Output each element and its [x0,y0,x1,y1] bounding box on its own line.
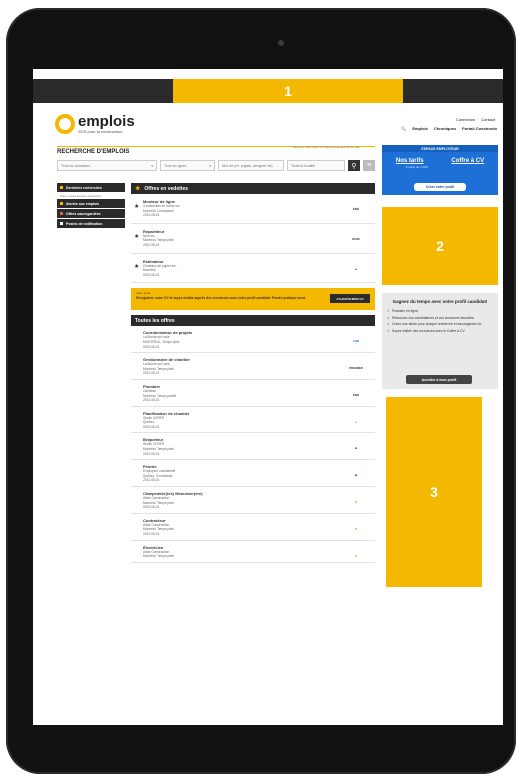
company-logo: ▲ [354,419,358,424]
search-hint: Derniers mois pour 30 rapports aujourd'h… [293,145,360,149]
pricing-link[interactable]: Nos tarifs [396,158,424,164]
tablet-frame: 1 emplois SOS pour la construction Conne… [6,8,516,774]
job-row[interactable]: Électricien Albar Construction Montréal,… [131,541,375,563]
login-link[interactable]: Connexion [456,117,475,122]
job-listing: ★ Offres en vedettes ★ Monteur de ligne … [131,183,375,563]
create-profile-button[interactable]: Créer votre profil [414,183,466,191]
company-logo: ★ [354,553,358,558]
sidebar-item-recent[interactable]: Dernières recherches [57,183,125,192]
filter-button[interactable]: ≡ [363,160,375,171]
top-links: Connexion Contact [451,117,495,122]
sidebar-item-saved[interactable]: Offres sauvegardées [57,209,125,218]
featured-job[interactable]: ★ Estimateur Chateaux de papier inc. Mon… [131,254,375,284]
company-logo: ◆ [354,473,358,478]
bell-icon [60,202,63,205]
job-row[interactable]: Gestionnaire de chantier La Bonde qui ro… [131,353,375,380]
site-logo[interactable]: emplois SOS pour la construction [55,114,135,134]
brand-name: emplois [78,112,135,130]
location-input[interactable]: Toute la localité [287,160,345,171]
keyword-input[interactable]: Mot clé (ex. pigiste, designer de) [218,160,284,171]
search-title: RECHERCHE D'EMPLOIS [57,149,130,155]
main-nav: 🔍 Emplois Chroniques Portail Constructo [395,126,497,131]
left-sidebar: Dernières recherches Vous n'avez aucune … [57,183,125,229]
company-logo: BOIS [352,236,360,241]
company-logo: ★ [354,526,358,531]
top-ad-banner[interactable]: 1 [33,79,503,103]
company-logo: PREMIER [349,366,363,371]
nav-portail[interactable]: Portail Constructo [462,126,497,131]
star-icon[interactable]: ★ [134,203,139,210]
right-sidebar: ESPACE EMPLOYEUR Nos tarifs Coffre à CV … [382,145,498,587]
company-logo: ÉNÉ [352,392,360,397]
right-ad-slot[interactable]: 2 [382,207,498,285]
add-cv-button[interactable]: J'AJOUTE MON CV [330,294,370,304]
access-profile-button[interactable]: Accéder à mon profil [406,375,472,384]
job-row[interactable]: Contracteur Albar Construction Montréal,… [131,514,375,541]
candidate-box: Gagnez du temps avec votre profil candid… [382,293,498,389]
sidebar-item-alerts[interactable]: Alertes aux emplois [57,199,125,208]
search-button[interactable]: ⚲ [348,160,360,171]
all-offers-header: Toutes les offres [131,315,375,327]
job-row[interactable]: Briqueteur Studio XCRER Montréal, Temps … [131,433,375,461]
chevron-down-icon: ▾ [209,164,211,168]
contact-link[interactable]: Contact [481,117,495,122]
cv-vault-link[interactable]: Coffre à CV [451,158,484,164]
company-logo: LBR [352,339,360,344]
type-select[interactable]: Tous les types ▾ [160,160,215,171]
benefit-item: Créez une alerte pour chaque recherche e… [387,322,493,327]
camera-dot [278,40,284,46]
featured-job[interactable]: ★ Monteur de ligne Construction en forme… [131,194,375,224]
job-row[interactable]: Peintre Employeur confidentiel Québec, C… [131,460,375,488]
search-icon[interactable]: 🔍 [401,126,406,131]
company-logo: ★ [354,500,358,505]
company-logo: ■ [355,446,357,451]
cv-promo-banner: Votre profil Enregistrez votre CV et soy… [131,288,375,311]
top-ad-slot[interactable]: 1 [173,79,403,103]
heart-icon [60,212,63,215]
bookmark-icon [60,222,63,225]
company-logo: ÉNÉ [352,207,360,211]
screen: 1 emplois SOS pour la construction Conne… [33,69,503,725]
employer-box: ESPACE EMPLOYEUR Nos tarifs Coffre à CV … [382,145,498,195]
search-icon: ⚲ [351,162,357,170]
right-ad-slot-tall[interactable]: 3 [386,397,482,587]
search-row: Tous les domaines ▾ Tous les types ▾ Mot c… [57,160,375,172]
filter-icon: ≡ [366,162,372,169]
company-logo: ▲ [354,266,358,271]
nav-chroniques[interactable]: Chroniques [434,126,456,131]
job-row[interactable]: Planificateur de chantier Studio XCRER Q… [131,407,375,434]
domain-select[interactable]: Tous les domaines ▾ [57,160,157,171]
job-row[interactable]: Plombier Canneau Montréal, Temps partiel… [131,380,375,407]
star-icon[interactable]: ★ [134,263,139,270]
flag-icon [60,186,63,189]
logo-icon [55,114,75,134]
star-icon[interactable]: ★ [134,233,139,240]
job-row[interactable]: Charpentier(ère) Menuisier(ère) Albar Co… [131,487,375,514]
nav-emplois[interactable]: Emplois [412,126,428,131]
benefit-item: Postulez en ligne. [387,309,493,314]
chevron-down-icon: ▾ [151,164,153,168]
featured-job[interactable]: ★ Répartiteur Nom inc. Montréal, Temps p… [131,224,375,254]
star-icon: ★ [135,186,141,192]
featured-header: ★ Offres en vedettes [131,183,375,194]
job-row[interactable]: Coordonnateur de projets La Bonde qui ro… [131,326,375,354]
benefit-item: Retrouvez vos candidatures et vos annonc… [387,316,493,321]
benefit-item: Soyez visible des recruteurs avec le Cof… [387,329,493,334]
sidebar-item-notifications[interactable]: Postes de notification [57,219,125,228]
